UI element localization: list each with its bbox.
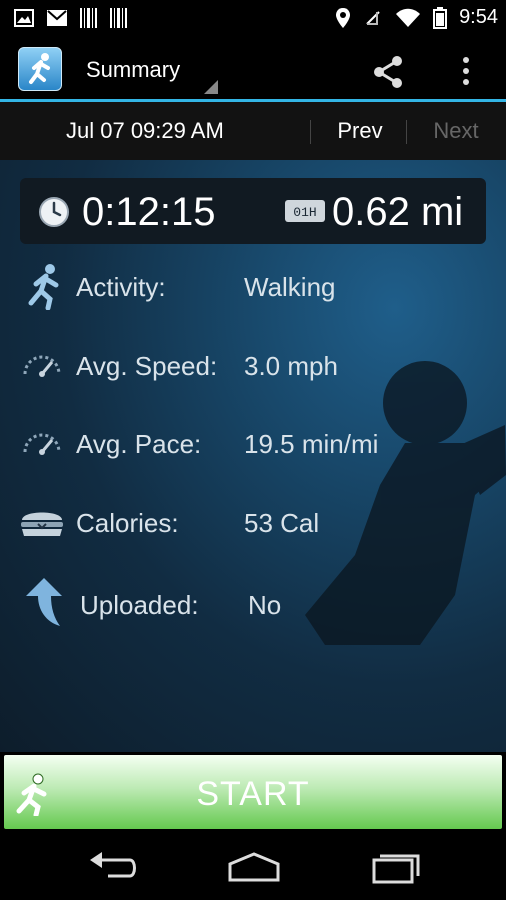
calories-label: Calories:	[76, 508, 179, 538]
status-time: 9:54	[459, 6, 498, 28]
workout-date: Jul 07 09:29 AM	[66, 118, 224, 143]
barcode-icon	[110, 8, 127, 28]
battery-icon	[433, 6, 448, 29]
avg-speed-value: 3.0 mph	[244, 351, 338, 381]
wifi-icon	[396, 8, 421, 27]
app-bar	[0, 37, 506, 102]
status-bar-notifications	[14, 8, 128, 28]
runner-background-icon	[305, 361, 506, 645]
avg-pace-value: 19.5 min/mi	[244, 429, 379, 459]
gmail-icon	[47, 10, 67, 26]
uploaded-label: Uploaded:	[80, 590, 199, 620]
activity-value: Walking	[244, 272, 336, 302]
uploaded-value: No	[248, 590, 282, 620]
activity-label: Activity:	[76, 272, 166, 302]
burger-icon	[21, 512, 63, 536]
location-icon	[336, 7, 351, 28]
overflow-menu-icon	[463, 57, 469, 85]
share-button[interactable]	[368, 52, 408, 92]
app-logo[interactable]	[18, 47, 62, 91]
odometer-icon: 01H	[285, 200, 325, 222]
start-button-label: START	[196, 775, 310, 813]
barcode-icon	[80, 8, 97, 28]
runner-icon	[29, 53, 50, 84]
runner-icon	[28, 264, 59, 310]
signal-off-icon	[366, 10, 380, 25]
avg-pace-label: Avg. Pace:	[76, 429, 202, 459]
duration-value: 0:12:15	[82, 190, 216, 234]
speedometer-icon	[23, 355, 61, 377]
recent-apps-icon[interactable]	[370, 850, 420, 884]
overflow-menu-button[interactable]	[456, 52, 476, 92]
clock-icon	[39, 197, 69, 227]
home-icon[interactable]	[226, 850, 282, 884]
back-icon[interactable]	[86, 850, 140, 884]
status-bar-system: 9:54	[335, 6, 498, 29]
divider	[406, 120, 407, 144]
picture-icon	[14, 9, 34, 27]
distance-value: 0.62 mi	[332, 190, 464, 234]
avg-speed-label: Avg. Speed:	[76, 351, 218, 381]
divider	[310, 120, 311, 144]
upload-arrow-icon	[26, 578, 62, 626]
page-title[interactable]: Summary	[86, 57, 180, 83]
next-button[interactable]: Next	[420, 110, 492, 152]
speedometer-icon	[23, 433, 61, 455]
calories-value: 53 Cal	[244, 508, 320, 538]
share-icon	[374, 56, 402, 88]
chevron-down-icon[interactable]	[204, 80, 218, 94]
svg-text:01H: 01H	[293, 205, 316, 220]
prev-button[interactable]: Prev	[324, 110, 396, 152]
